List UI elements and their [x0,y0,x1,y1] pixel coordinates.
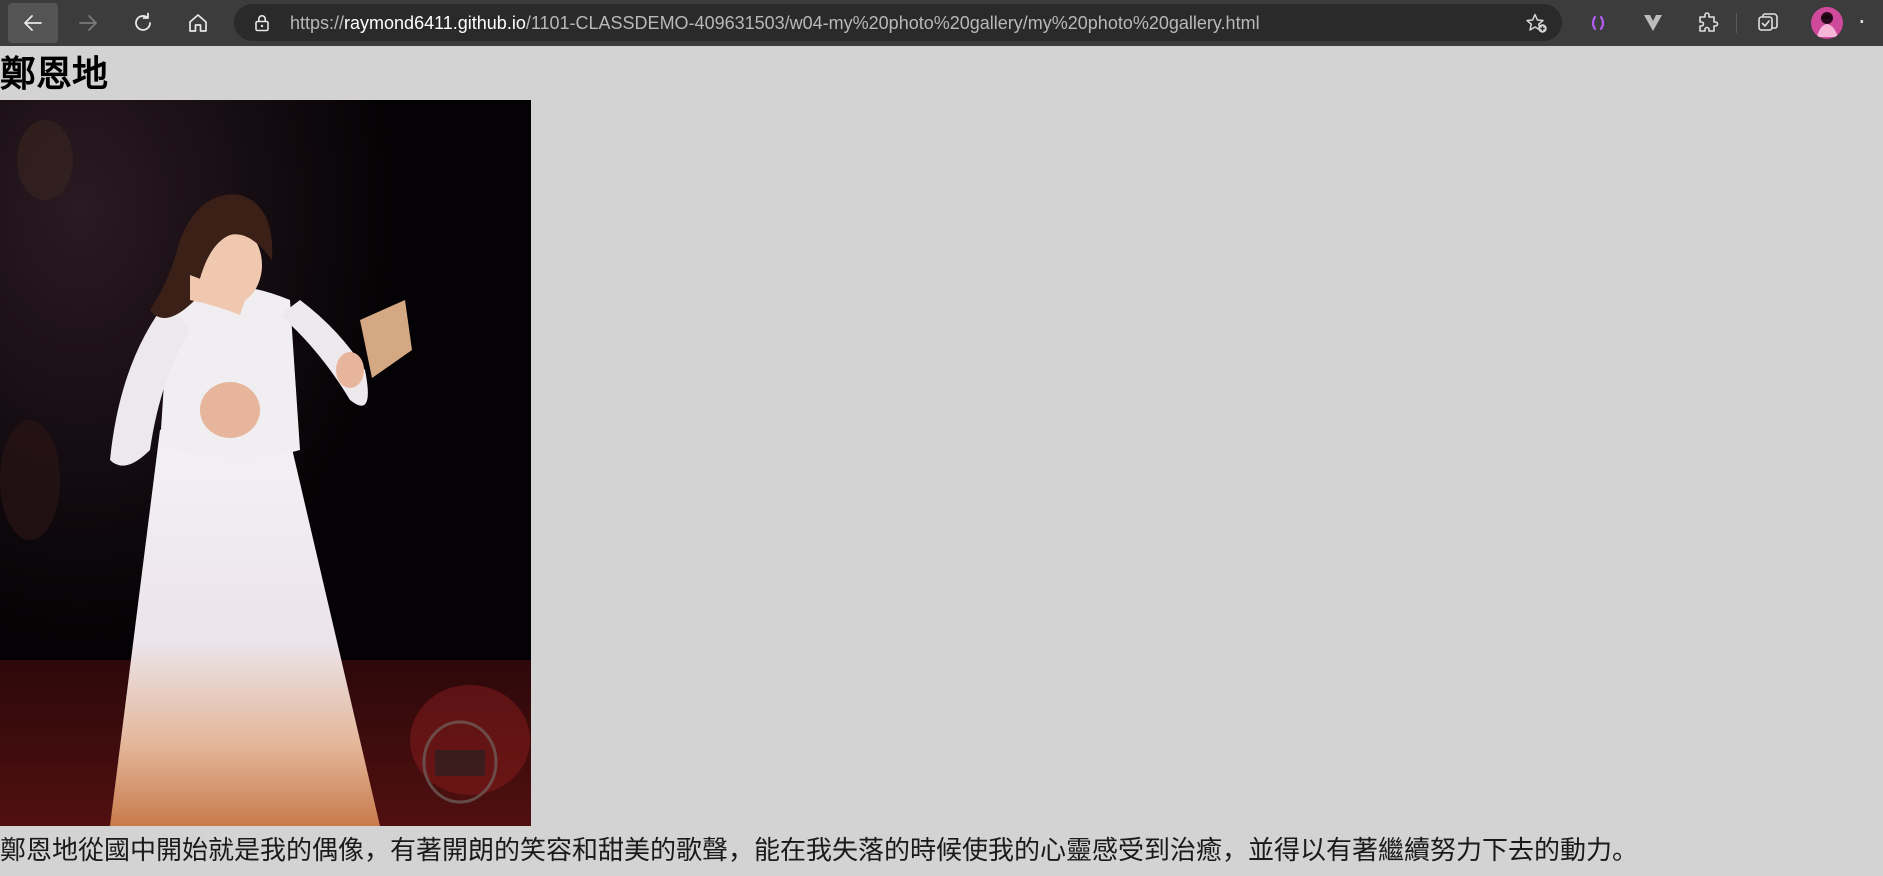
puzzle-glyph-icon [1699,12,1719,32]
forward-arrow-icon [79,15,97,31]
photo-caption: 鄭恩地從國中開始就是我的偶像，有著開朗的笑容和甜美的歌聲，能在我失落的時候使我的… [0,836,1639,866]
home-button[interactable] [173,3,223,43]
refresh-icon [135,12,151,31]
puzzle-extensions-icon[interactable] [1694,9,1722,37]
profile-avatar[interactable] [1811,7,1843,39]
address-bar[interactable]: https://raymond6411.github.io/1101-CLASS… [234,4,1562,41]
avatar-image [1811,7,1843,39]
collections-icon[interactable] [1754,9,1782,37]
url-path: /1101-CLASSDEMO-409631503/w04-my%20photo… [525,13,1260,33]
v-glyph-icon [1644,15,1662,31]
refresh-button[interactable] [118,3,168,43]
add-favorite-icon[interactable] [1524,12,1548,34]
stage-photo-image [0,100,531,826]
home-icon [189,14,207,32]
forward-button[interactable] [63,3,113,43]
v-extension-icon[interactable] [1639,9,1667,37]
bracket-glyph-icon [1591,15,1605,31]
purple-bracket-extension-icon[interactable] [1584,9,1612,37]
profile-photo [0,100,531,826]
toolbar-separator [1736,13,1737,33]
page-title: 鄭恩地 [0,54,109,95]
back-button[interactable] [8,3,58,43]
lock-icon[interactable] [252,13,272,33]
back-arrow-icon [24,15,42,31]
browser-toolbar: https://raymond6411.github.io/1101-CLASS… [0,0,1883,46]
url-host: raymond6411.github.io [344,13,526,33]
more-options-icon[interactable]: · [1858,8,1883,38]
url-scheme: https:// [290,13,345,33]
collections-glyph-icon [1758,13,1778,31]
url-text[interactable]: https://raymond6411.github.io/1101-CLASS… [290,13,1260,33]
